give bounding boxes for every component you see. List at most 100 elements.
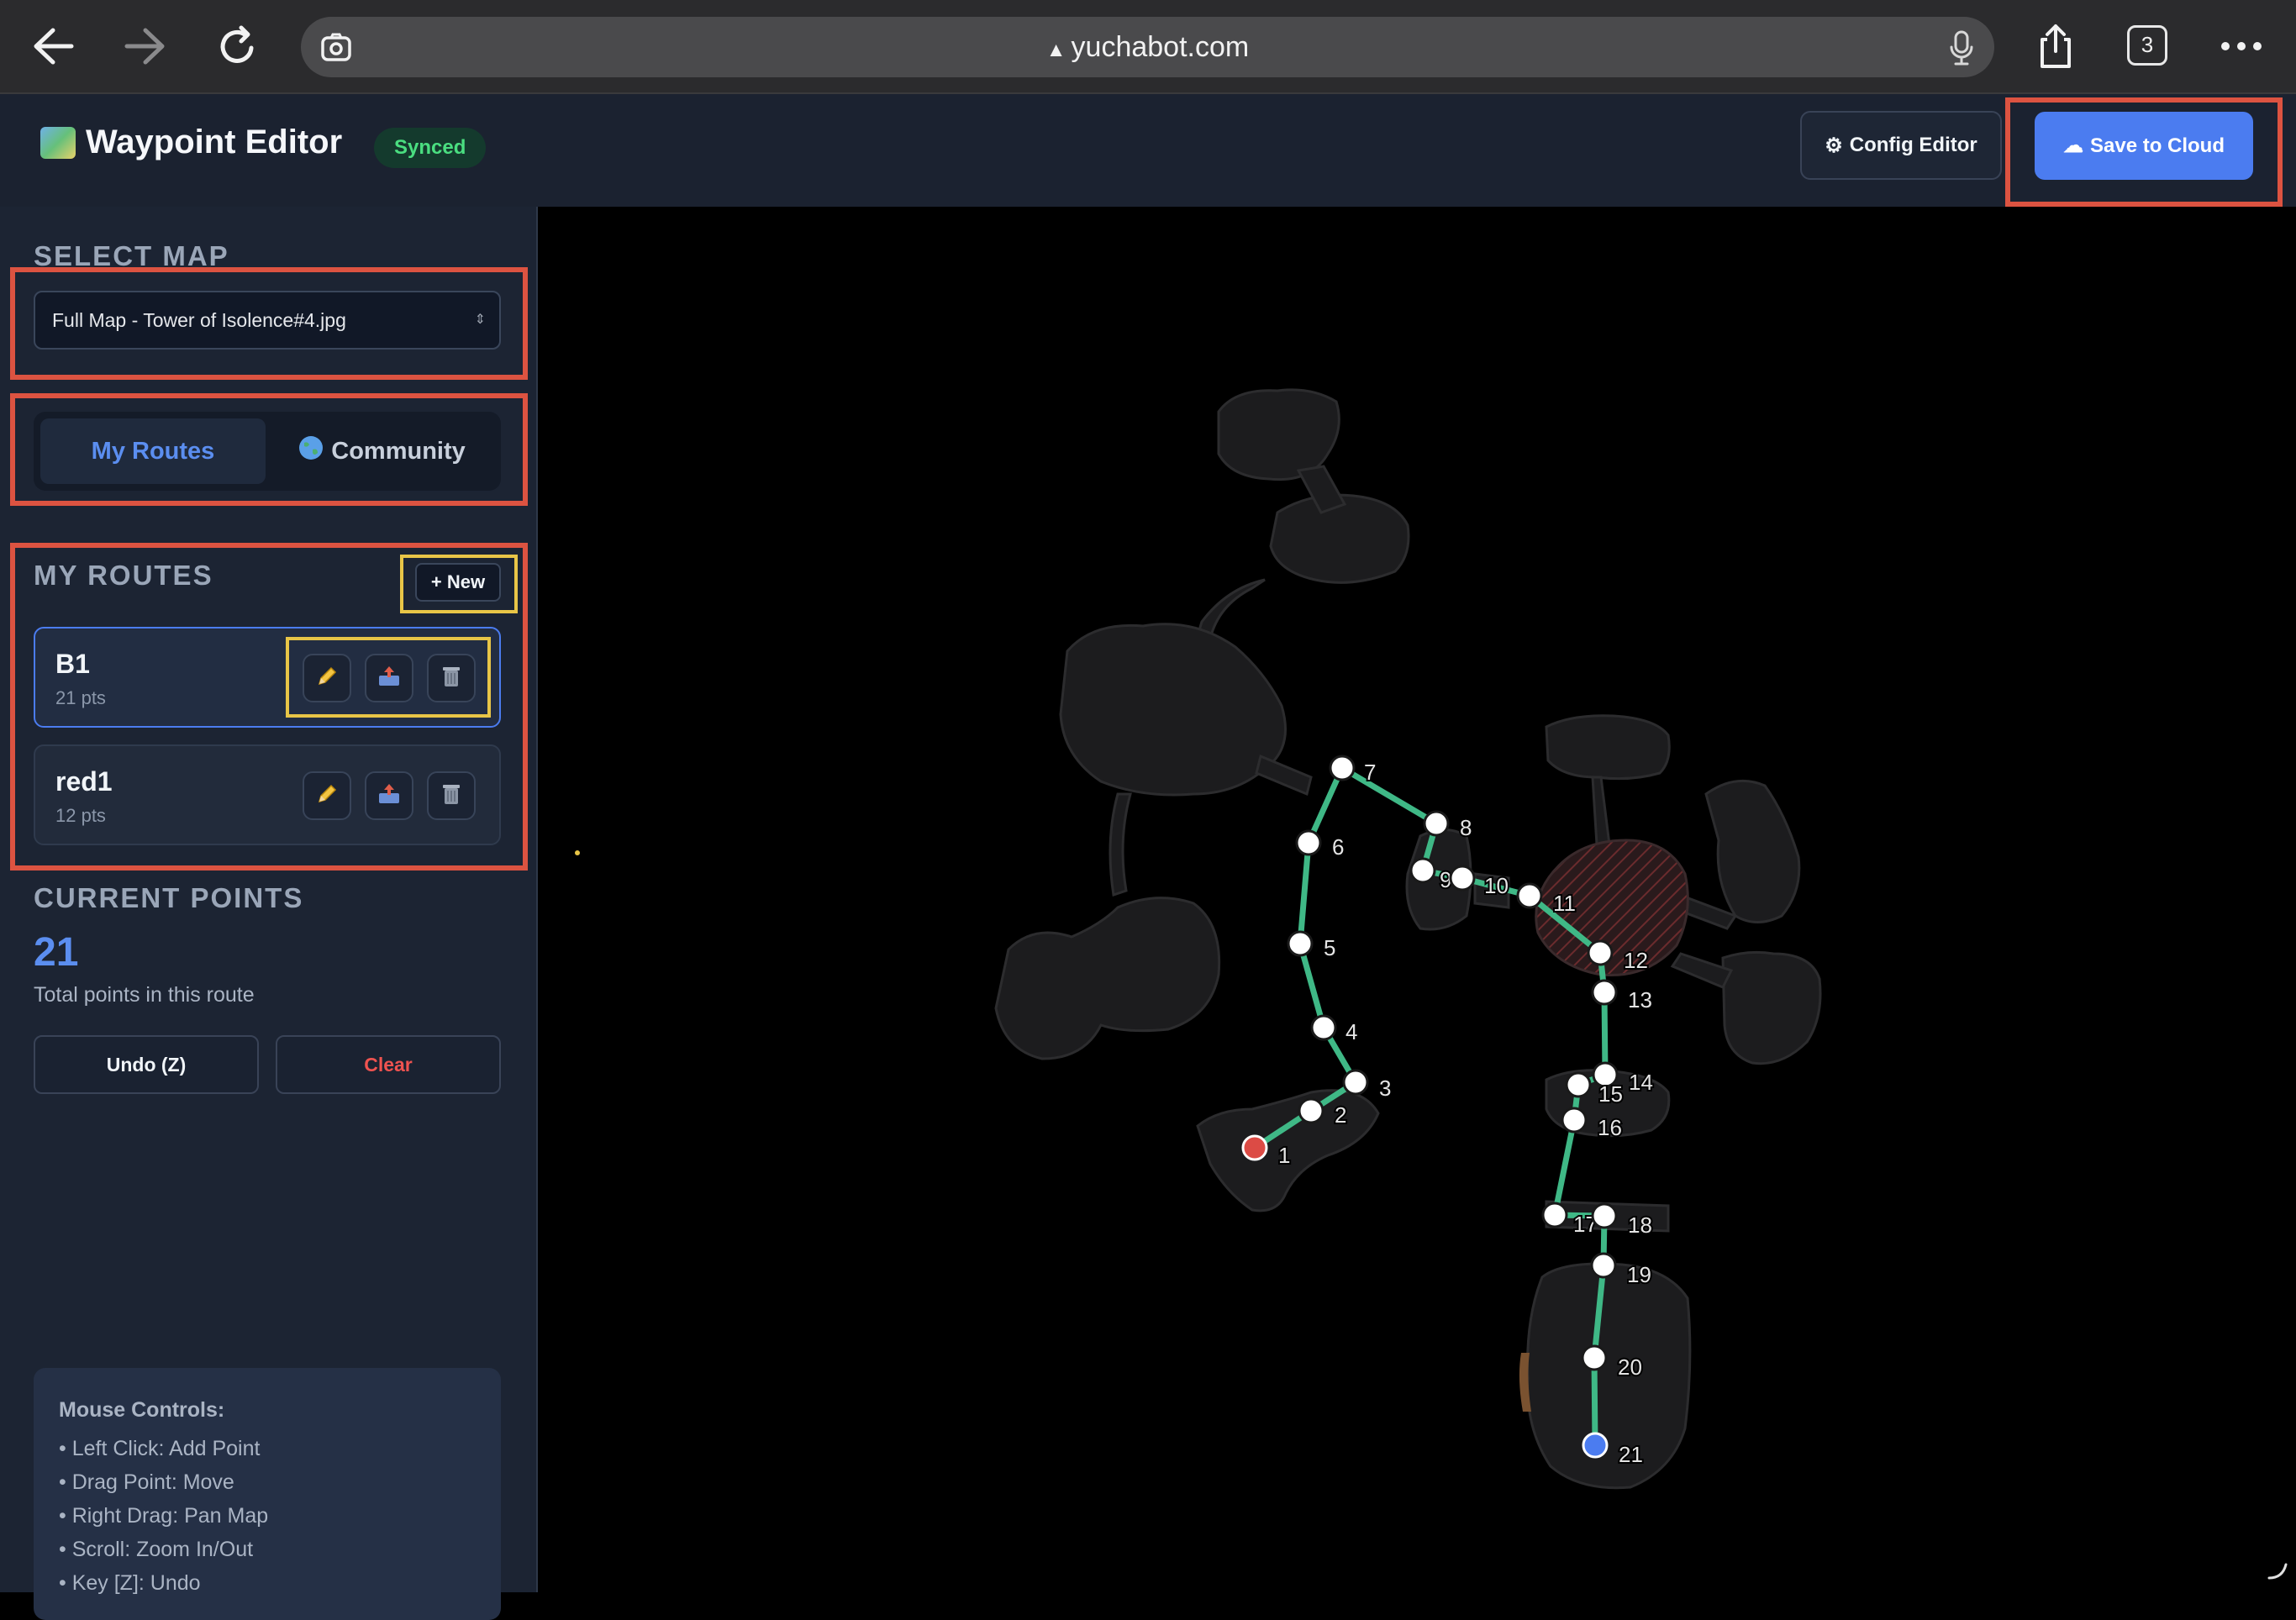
- waypoint-17[interactable]: [1541, 1202, 1568, 1228]
- share-icon[interactable]: [2026, 18, 2085, 74]
- map-svg[interactable]: 123456789 1011121314151617 18192021: [538, 207, 2296, 1592]
- waypoint-5[interactable]: [1287, 930, 1314, 957]
- points-count: 21: [34, 930, 79, 975]
- waypoint-label: 1: [1278, 1143, 1290, 1168]
- waypoint-10[interactable]: [1449, 865, 1476, 892]
- app-header: Waypoint Editor Synced ⚙ Config Editor ☁…: [0, 94, 2296, 208]
- undo-button[interactable]: Undo (Z): [34, 1035, 259, 1094]
- waypoint-label: 16: [1598, 1115, 1622, 1140]
- control-item: • Drag Point: Move: [59, 1470, 234, 1494]
- address-bar[interactable]: ▲ yuchabot.com: [301, 17, 1994, 77]
- reload-icon[interactable]: [208, 18, 267, 74]
- config-editor-label: Config Editor: [1849, 134, 1977, 156]
- waypoint-21[interactable]: [1582, 1432, 1609, 1459]
- chevron-updown-icon: ⇕: [474, 313, 486, 327]
- tab-community[interactable]: Community: [269, 418, 494, 484]
- waypoint-7[interactable]: [1329, 755, 1356, 781]
- map-room: [1545, 714, 1671, 781]
- route-points: 12 pts: [55, 805, 106, 826]
- more-icon[interactable]: [2212, 18, 2271, 74]
- export-route-button[interactable]: [365, 771, 413, 820]
- map-dot: [575, 850, 580, 855]
- my-routes-title: MY ROUTES: [34, 560, 213, 591]
- map-room: [1721, 950, 1822, 1065]
- waypoint-4[interactable]: [1310, 1014, 1337, 1041]
- waypoint-1[interactable]: [1241, 1134, 1268, 1161]
- waypoint-12[interactable]: [1587, 939, 1614, 966]
- waypoint-13[interactable]: [1591, 979, 1618, 1006]
- route-points: 21 pts: [55, 687, 106, 708]
- map-room: [1255, 754, 1313, 797]
- route-name: red1: [55, 766, 113, 797]
- waypoint-label: 14: [1629, 1070, 1653, 1095]
- route-card-red1[interactable]: red1 12 pts: [34, 744, 501, 845]
- waypoint-label: 3: [1379, 1076, 1391, 1101]
- waypoint-3[interactable]: [1342, 1069, 1369, 1096]
- waypoint-9[interactable]: [1409, 857, 1436, 884]
- gear-icon: ⚙: [1825, 134, 1843, 157]
- save-to-cloud-label: Save to Cloud: [2089, 134, 2225, 157]
- globe-icon: [298, 434, 324, 468]
- waypoint-label: 10: [1484, 873, 1509, 898]
- forward-icon[interactable]: [116, 18, 175, 74]
- waypoint-2[interactable]: [1298, 1097, 1324, 1124]
- current-points-title: CURRENT POINTS: [34, 882, 304, 913]
- waypoint-label: 11: [1553, 891, 1576, 916]
- waypoint-label: 5: [1324, 935, 1335, 960]
- mouse-controls-title: Mouse Controls:: [59, 1398, 225, 1422]
- map-room: [1526, 1262, 1692, 1490]
- map-rooms: [994, 388, 1822, 1490]
- map-room: [1704, 779, 1801, 923]
- edit-route-button[interactable]: [303, 771, 351, 820]
- outbox-icon: [377, 781, 402, 811]
- mic-icon[interactable]: [1949, 30, 1974, 70]
- delete-route-button[interactable]: [427, 654, 476, 702]
- page-title-text: Waypoint Editor: [86, 124, 343, 160]
- tab-count: 3: [2141, 32, 2154, 57]
- map-room: [1269, 493, 1410, 584]
- waypoint-label: 19: [1627, 1262, 1651, 1287]
- waypoint-18[interactable]: [1591, 1202, 1618, 1229]
- map-room: [994, 897, 1221, 1060]
- mouse-controls-list: • Left Click: Add Point • Drag Point: Mo…: [59, 1432, 268, 1600]
- clear-button[interactable]: Clear: [276, 1035, 501, 1094]
- pencil-icon: [315, 782, 339, 810]
- waypoint-19[interactable]: [1590, 1252, 1617, 1279]
- tab-community-label: Community: [331, 437, 466, 465]
- url-text: ▲ yuchabot.com: [301, 17, 1994, 77]
- mouse-controls-panel: Mouse Controls: • Left Click: Add Point …: [34, 1368, 501, 1620]
- waypoint-label: 6: [1332, 834, 1344, 860]
- browser-toolbar: ▲ yuchabot.com 3: [0, 0, 2296, 94]
- config-editor-button[interactable]: ⚙ Config Editor: [1800, 111, 2002, 180]
- waypoint-11[interactable]: [1516, 882, 1543, 909]
- route-name: B1: [55, 649, 90, 679]
- new-route-button[interactable]: + New: [415, 563, 501, 602]
- map-canvas[interactable]: 1 2 3 4 5 6 7 8 9 10 11 12 13 14 15 16 17 18 19 20 21: [538, 207, 2296, 1592]
- waypoint-label: 2: [1335, 1102, 1346, 1128]
- cloud-icon: ☁: [2062, 134, 2083, 157]
- export-route-button[interactable]: [365, 654, 413, 702]
- points-description: Total points in this route: [34, 983, 255, 1007]
- waypoint-label: 4: [1345, 1019, 1357, 1044]
- route-card-b1[interactable]: B1 21 pts: [34, 627, 501, 728]
- trash-icon: [440, 665, 462, 692]
- outbox-icon: [377, 664, 402, 693]
- waypoint-8[interactable]: [1423, 810, 1450, 837]
- resize-handle-icon[interactable]: [2266, 1558, 2289, 1586]
- waypoint-label: 15: [1598, 1081, 1623, 1107]
- waypoint-16[interactable]: [1561, 1107, 1588, 1133]
- waypoint-15[interactable]: [1565, 1071, 1592, 1098]
- route-source-tabs: My Routes Community: [34, 412, 501, 491]
- sidebar: SELECT MAP Full Map - Tower of Isolence#…: [0, 207, 538, 1620]
- save-to-cloud-button[interactable]: ☁ Save to Cloud: [2035, 112, 2253, 180]
- map-select[interactable]: Full Map - Tower of Isolence#4.jpg ⇕: [34, 291, 501, 350]
- tabs-icon[interactable]: 3: [2127, 25, 2167, 66]
- tab-my-routes[interactable]: My Routes: [40, 418, 266, 484]
- waypoint-label: 7: [1364, 760, 1376, 785]
- waypoint-label: 18: [1628, 1212, 1652, 1238]
- delete-route-button[interactable]: [427, 771, 476, 820]
- waypoint-6[interactable]: [1295, 829, 1322, 856]
- edit-route-button[interactable]: [303, 654, 351, 702]
- back-icon[interactable]: [24, 18, 82, 74]
- waypoint-20[interactable]: [1581, 1344, 1608, 1371]
